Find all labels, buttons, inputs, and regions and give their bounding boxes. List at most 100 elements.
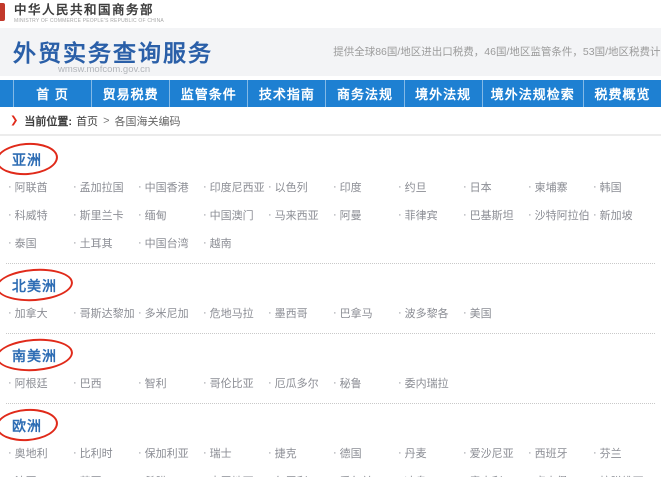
country-name[interactable]: 缅甸 xyxy=(145,207,167,223)
country-link[interactable]: ·芬兰 xyxy=(593,439,658,467)
country-name[interactable]: 爱沙尼亚 xyxy=(470,445,514,461)
nav-item-1[interactable]: 贸易税费 xyxy=(92,80,170,107)
country-name[interactable]: 保加利亚 xyxy=(145,445,189,461)
country-link[interactable]: ·拉脱维亚 xyxy=(593,467,658,477)
country-link[interactable]: ·新加坡 xyxy=(593,201,658,229)
country-name[interactable]: 中国台湾 xyxy=(145,235,189,251)
country-name[interactable]: 捷克 xyxy=(275,445,297,461)
country-link[interactable]: ·美国 xyxy=(463,299,528,327)
country-link[interactable]: ·柬埔寨 xyxy=(528,173,593,201)
country-link[interactable]: ·法国 xyxy=(8,467,73,477)
country-name[interactable]: 英国 xyxy=(80,473,102,477)
country-name[interactable]: 孟加拉国 xyxy=(80,179,124,195)
country-name[interactable]: 巴拿马 xyxy=(340,305,373,321)
country-link[interactable]: ·丹麦 xyxy=(398,439,463,467)
country-link[interactable]: ·巴拿马 xyxy=(333,299,398,327)
country-name[interactable]: 法国 xyxy=(15,473,37,477)
country-link[interactable]: ·捷克 xyxy=(268,439,333,467)
country-link[interactable]: ·希腊 xyxy=(138,467,203,477)
country-name[interactable]: 科威特 xyxy=(15,207,48,223)
country-link[interactable]: ·以色列 xyxy=(268,173,333,201)
country-link[interactable]: ·德国 xyxy=(333,439,398,467)
country-name[interactable]: 智利 xyxy=(145,375,167,391)
country-name[interactable]: 哥斯达黎加 xyxy=(80,305,135,321)
country-link[interactable]: ·孟加拉国 xyxy=(73,173,138,201)
country-name[interactable]: 多米尼加 xyxy=(145,305,189,321)
country-link[interactable]: ·匈牙利 xyxy=(268,467,333,477)
country-link[interactable]: ·危地马拉 xyxy=(203,299,268,327)
country-name[interactable]: 奥地利 xyxy=(15,445,48,461)
country-name[interactable]: 克罗地亚 xyxy=(210,473,254,477)
country-link[interactable]: ·多米尼加 xyxy=(138,299,203,327)
country-link[interactable]: ·英国 xyxy=(73,467,138,477)
country-link[interactable]: ·西班牙 xyxy=(528,439,593,467)
country-link[interactable]: ·中国澳门 xyxy=(203,201,268,229)
country-name[interactable]: 丹麦 xyxy=(405,445,427,461)
country-name[interactable]: 匈牙利 xyxy=(275,473,308,477)
country-name[interactable]: 委内瑞拉 xyxy=(405,375,449,391)
country-name[interactable]: 巴西 xyxy=(80,375,102,391)
nav-item-4[interactable]: 商务法规 xyxy=(326,80,404,107)
country-name[interactable]: 波多黎各 xyxy=(405,305,449,321)
country-name[interactable]: 冰岛 xyxy=(405,473,427,477)
country-link[interactable]: ·巴西 xyxy=(73,369,138,397)
country-name[interactable]: 巴基斯坦 xyxy=(470,207,514,223)
country-link[interactable]: ·意大利 xyxy=(463,467,528,477)
nav-item-0[interactable]: 首 页 xyxy=(14,80,92,107)
country-link[interactable]: ·中国台湾 xyxy=(138,229,203,257)
country-link[interactable]: ·约旦 xyxy=(398,173,463,201)
country-name[interactable]: 新加坡 xyxy=(600,207,633,223)
country-link[interactable]: ·马来西亚 xyxy=(268,201,333,229)
country-name[interactable]: 美国 xyxy=(470,305,492,321)
country-name[interactable]: 希腊 xyxy=(145,473,167,477)
nav-item-2[interactable]: 监管条件 xyxy=(170,80,248,107)
country-link[interactable]: ·斯里兰卡 xyxy=(73,201,138,229)
country-link[interactable]: ·克罗地亚 xyxy=(203,467,268,477)
country-name[interactable]: 斯里兰卡 xyxy=(80,207,124,223)
nav-item-5[interactable]: 境外法规 xyxy=(405,80,483,107)
country-link[interactable]: ·委内瑞拉 xyxy=(398,369,463,397)
country-name[interactable]: 瑞士 xyxy=(210,445,232,461)
country-name[interactable]: 危地马拉 xyxy=(210,305,254,321)
country-name[interactable]: 爱尔兰 xyxy=(340,473,373,477)
country-name[interactable]: 菲律宾 xyxy=(405,207,438,223)
country-name[interactable]: 约旦 xyxy=(405,179,427,195)
country-link[interactable]: ·冰岛 xyxy=(398,467,463,477)
country-name[interactable]: 日本 xyxy=(470,179,492,195)
country-link[interactable]: ·卢森堡 xyxy=(528,467,593,477)
country-link[interactable]: ·越南 xyxy=(203,229,268,257)
country-name[interactable]: 马来西亚 xyxy=(275,207,319,223)
country-name[interactable]: 哥伦比亚 xyxy=(210,375,254,391)
country-name[interactable]: 西班牙 xyxy=(535,445,568,461)
country-name[interactable]: 墨西哥 xyxy=(275,305,308,321)
country-link[interactable]: ·爱沙尼亚 xyxy=(463,439,528,467)
country-name[interactable]: 土耳其 xyxy=(80,235,113,251)
nav-item-6[interactable]: 境外法规检索 xyxy=(483,80,584,107)
country-link[interactable]: ·厄瓜多尔 xyxy=(268,369,333,397)
country-link[interactable]: ·智利 xyxy=(138,369,203,397)
country-link[interactable]: ·加拿大 xyxy=(8,299,73,327)
nav-item-3[interactable]: 技术指南 xyxy=(248,80,326,107)
country-link[interactable]: ·日本 xyxy=(463,173,528,201)
country-link[interactable]: ·沙特阿拉伯 xyxy=(528,201,593,229)
country-name[interactable]: 泰国 xyxy=(15,235,37,251)
country-link[interactable]: ·墨西哥 xyxy=(268,299,333,327)
country-name[interactable]: 中国澳门 xyxy=(210,207,254,223)
country-link[interactable]: ·印度尼西亚 xyxy=(203,173,268,201)
country-link[interactable]: ·中国香港 xyxy=(138,173,203,201)
country-name[interactable]: 越南 xyxy=(210,235,232,251)
country-link[interactable]: ·印度 xyxy=(333,173,398,201)
country-name[interactable]: 阿联酋 xyxy=(15,179,48,195)
country-name[interactable]: 卢森堡 xyxy=(535,473,568,477)
country-link[interactable]: ·韩国 xyxy=(593,173,658,201)
country-link[interactable]: ·奥地利 xyxy=(8,439,73,467)
country-name[interactable]: 德国 xyxy=(340,445,362,461)
country-link[interactable]: ·土耳其 xyxy=(73,229,138,257)
country-link[interactable]: ·阿曼 xyxy=(333,201,398,229)
country-link[interactable]: ·巴基斯坦 xyxy=(463,201,528,229)
country-link[interactable]: ·爱尔兰 xyxy=(333,467,398,477)
country-name[interactable]: 以色列 xyxy=(275,179,308,195)
country-name[interactable]: 比利时 xyxy=(80,445,113,461)
country-name[interactable]: 韩国 xyxy=(600,179,622,195)
nav-item-7[interactable]: 税费概览 xyxy=(584,80,661,107)
